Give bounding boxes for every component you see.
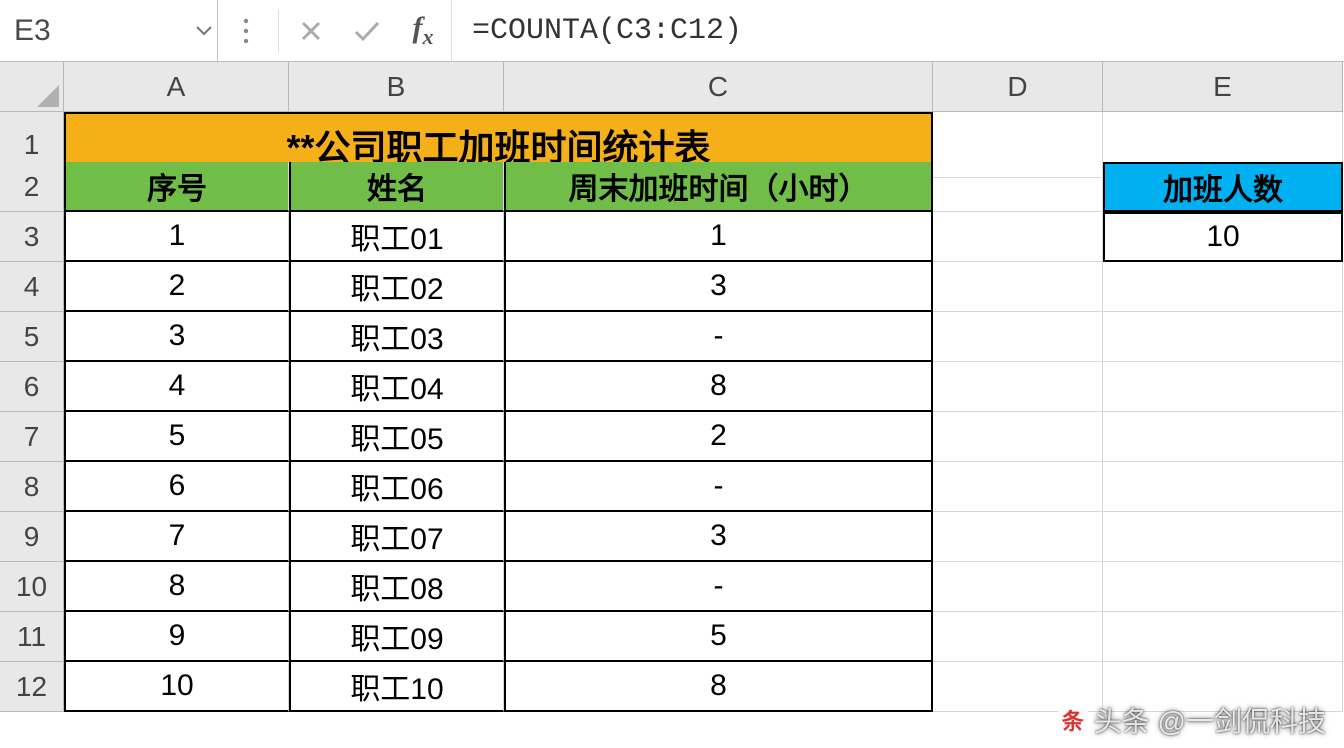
formula-text: =COUNTA(C3:C12) <box>472 14 742 48</box>
cell-C10[interactable]: - <box>504 562 933 612</box>
fx-icon: fx <box>413 11 434 50</box>
cell-A8[interactable]: 6 <box>64 462 289 512</box>
cell-A3[interactable]: 1 <box>64 212 289 262</box>
cell-C4[interactable]: 3 <box>504 262 933 312</box>
cell-A5[interactable]: 3 <box>64 312 289 362</box>
watermark-logo-icon: 条 <box>1058 705 1088 735</box>
cell-B4[interactable]: 职工02 <box>289 262 504 312</box>
row-header-11[interactable]: 11 <box>0 612 64 662</box>
col-header-B[interactable]: B <box>289 62 504 112</box>
watermark-text: 头条 @一剑侃科技 <box>1094 700 1326 740</box>
col-header-A[interactable]: A <box>64 62 289 112</box>
cell-B10[interactable]: 职工08 <box>289 562 504 612</box>
row-header-7[interactable]: 7 <box>0 412 64 462</box>
cell-D4[interactable] <box>933 262 1103 312</box>
col-header-D[interactable]: D <box>933 62 1103 112</box>
cell-B11[interactable]: 职工09 <box>289 612 504 662</box>
row-header-10[interactable]: 10 <box>0 562 64 612</box>
header-overtime[interactable]: 周末加班时间（小时） <box>504 162 933 212</box>
formula-bar-options-icon[interactable] <box>218 0 274 61</box>
col-header-C[interactable]: C <box>504 62 933 112</box>
cell-E4[interactable] <box>1103 262 1343 312</box>
cell-E7[interactable] <box>1103 412 1343 462</box>
row-header-2[interactable]: 2 <box>0 162 64 212</box>
row-header-12[interactable]: 12 <box>0 662 64 712</box>
cell-B8[interactable]: 职工06 <box>289 462 504 512</box>
name-box-value: E3 <box>14 14 191 48</box>
cell-B12[interactable]: 职工10 <box>289 662 504 712</box>
row-header-6[interactable]: 6 <box>0 362 64 412</box>
cell-E8[interactable] <box>1103 462 1343 512</box>
cell-A6[interactable]: 4 <box>64 362 289 412</box>
cell-C9[interactable]: 3 <box>504 512 933 562</box>
cell-D3[interactable] <box>933 212 1103 262</box>
cell-A7[interactable]: 5 <box>64 412 289 462</box>
spreadsheet-grid[interactable]: A B C D E 1 **公司职工加班时间统计表 2 序号 姓名 周末加班时间… <box>0 62 1344 712</box>
cell-D10[interactable] <box>933 562 1103 612</box>
formula-bar: E3 fx =COUNTA(C3:C12) <box>0 0 1344 62</box>
cell-C8[interactable]: - <box>504 462 933 512</box>
cell-C5[interactable]: - <box>504 312 933 362</box>
cell-D6[interactable] <box>933 362 1103 412</box>
row-header-5[interactable]: 5 <box>0 312 64 362</box>
cell-B3[interactable]: 职工01 <box>289 212 504 262</box>
formula-input[interactable]: =COUNTA(C3:C12) <box>451 0 1344 61</box>
cell-B5[interactable]: 职工03 <box>289 312 504 362</box>
cell-A10[interactable]: 8 <box>64 562 289 612</box>
cell-C7[interactable]: 2 <box>504 412 933 462</box>
cell-C6[interactable]: 8 <box>504 362 933 412</box>
row-header-4[interactable]: 4 <box>0 262 64 312</box>
cell-D5[interactable] <box>933 312 1103 362</box>
col-header-E[interactable]: E <box>1103 62 1343 112</box>
watermark: 条 头条 @一剑侃科技 <box>1058 700 1326 740</box>
header-seq[interactable]: 序号 <box>64 162 289 212</box>
cell-A11[interactable]: 9 <box>64 612 289 662</box>
cancel-formula-button[interactable] <box>283 0 339 61</box>
confirm-formula-button[interactable] <box>339 0 395 61</box>
cell-E5[interactable] <box>1103 312 1343 362</box>
cell-A9[interactable]: 7 <box>64 512 289 562</box>
row-header-9[interactable]: 9 <box>0 512 64 562</box>
cell-B7[interactable]: 职工05 <box>289 412 504 462</box>
cell-A12[interactable]: 10 <box>64 662 289 712</box>
cell-E11[interactable] <box>1103 612 1343 662</box>
row-header-3[interactable]: 3 <box>0 212 64 262</box>
side-value-cell[interactable]: 10 <box>1103 212 1343 262</box>
cell-E10[interactable] <box>1103 562 1343 612</box>
cell-E6[interactable] <box>1103 362 1343 412</box>
cell-C3[interactable]: 1 <box>504 212 933 262</box>
cell-D11[interactable] <box>933 612 1103 662</box>
row-header-8[interactable]: 8 <box>0 462 64 512</box>
cell-B6[interactable]: 职工04 <box>289 362 504 412</box>
insert-function-button[interactable]: fx <box>395 0 451 61</box>
cell-C11[interactable]: 5 <box>504 612 933 662</box>
cell-D2[interactable] <box>933 162 1103 212</box>
cell-D8[interactable] <box>933 462 1103 512</box>
select-all-corner[interactable] <box>0 62 64 112</box>
name-box-dropdown-icon[interactable] <box>191 0 217 61</box>
cell-B9[interactable]: 职工07 <box>289 512 504 562</box>
cell-D9[interactable] <box>933 512 1103 562</box>
cell-D7[interactable] <box>933 412 1103 462</box>
cell-A4[interactable]: 2 <box>64 262 289 312</box>
cell-E9[interactable] <box>1103 512 1343 562</box>
cell-C12[interactable]: 8 <box>504 662 933 712</box>
side-header-cell[interactable]: 加班人数 <box>1103 162 1343 212</box>
name-box[interactable]: E3 <box>0 0 218 61</box>
header-name[interactable]: 姓名 <box>289 162 504 212</box>
